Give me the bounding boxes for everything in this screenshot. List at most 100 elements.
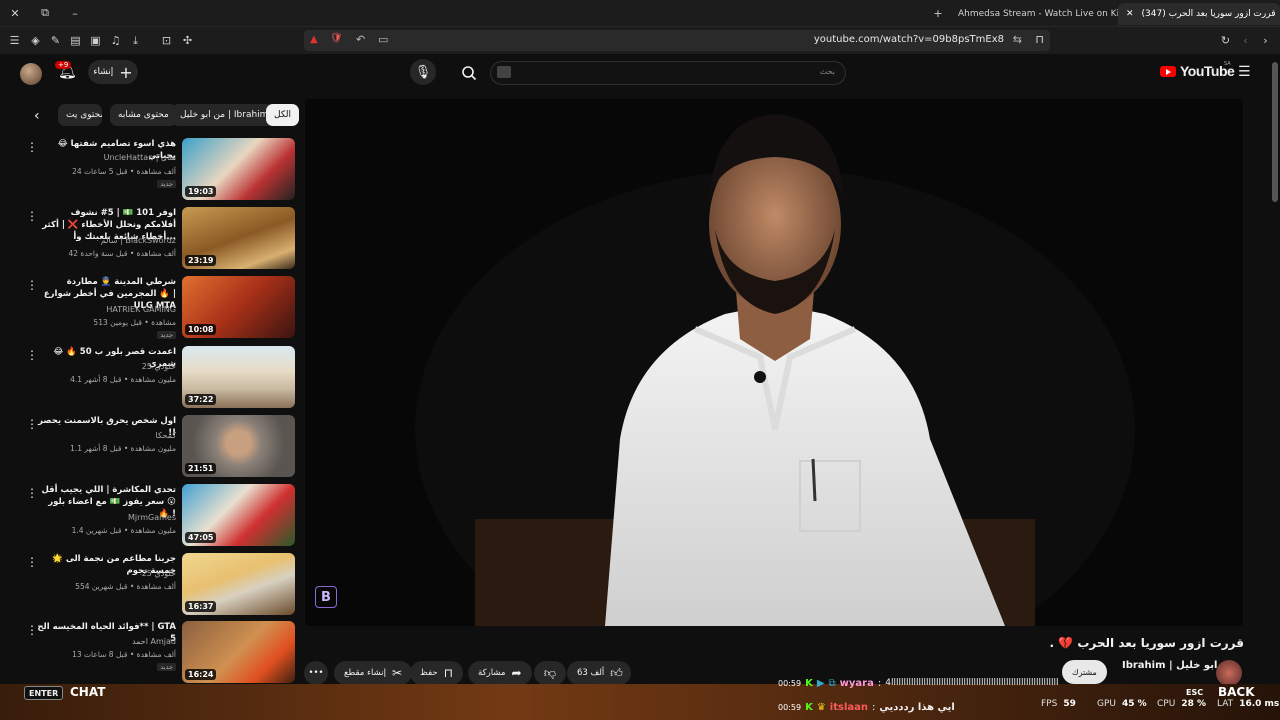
more-options-icon[interactable]: ⋮ <box>26 140 38 154</box>
menu-icon[interactable]: ☰ <box>7 33 22 48</box>
collections-icon[interactable]: ▤ <box>68 33 83 48</box>
screenshot-icon[interactable]: ⊡ <box>159 33 174 48</box>
video-channel[interactable]: HATRIEK GAMING <box>26 305 176 314</box>
more-options-icon[interactable]: ⋮ <box>26 348 38 362</box>
undo-icon[interactable]: ↶ <box>356 33 365 46</box>
save-button[interactable]: حفظ ⊓ <box>410 661 463 685</box>
channel-watermark[interactable]: B <box>315 586 337 608</box>
chip-scroll-left-icon[interactable]: ‹ <box>34 108 40 124</box>
bookmark-icon[interactable]: ⊓ <box>1035 33 1044 46</box>
video-channel[interactable]: كمحكا <box>26 431 176 440</box>
search-icon[interactable] <box>457 61 481 85</box>
chip-more[interactable]: محتوى يت <box>58 104 102 126</box>
list-item[interactable]: ⋮ 🌟 جربنا مطاعم من نجمة الى خمسة نجوم خل… <box>20 553 296 617</box>
microphone-icon[interactable]: 🎙︎ <box>410 59 436 85</box>
scrollbar-thumb[interactable] <box>1272 62 1278 202</box>
like-count: 63 ألف <box>577 668 605 678</box>
more-actions-button[interactable]: ••• <box>304 661 328 685</box>
share-button[interactable]: مشاركة ➦ <box>468 661 532 685</box>
share-icon: ➦ <box>511 666 522 680</box>
address-bar[interactable]: ▲ 🛡 ↶ ▭ youtube.com/watch?v=09b8psTmEx8 … <box>304 30 1050 51</box>
chip-similar[interactable]: محتوى مشابه <box>110 104 177 126</box>
video-thumbnail[interactable]: 21:51 <box>182 415 295 477</box>
fps-value: 59 <box>1063 699 1076 709</box>
scrollbar[interactable] <box>1270 54 1280 684</box>
list-item[interactable]: ⋮ 😂 هذي اسوء تصاميم شفتها بحياتي UncleHa… <box>20 138 296 202</box>
video-channel[interactable]: UncleHattan | هتان <box>26 153 176 162</box>
create-button[interactable]: إنشاء + <box>88 60 138 84</box>
chat-text: ايي هذا رددديي <box>879 701 955 713</box>
tab-kick-stream[interactable]: Ahmedsa Stream - Watch Live on Kick K <box>950 3 1118 25</box>
video-thumbnail[interactable]: 47:05 <box>182 484 295 546</box>
more-options-icon[interactable]: ⋮ <box>26 417 38 431</box>
video-channel[interactable]: احمد Amjad <box>26 637 176 646</box>
restore-window-icon[interactable]: ⧉ <box>36 4 54 22</box>
more-options-icon[interactable]: ⋮ <box>26 486 38 500</box>
lat-stat: LAT 16.0 ms <box>1217 699 1279 709</box>
close-window-icon[interactable]: ✕ <box>6 4 24 22</box>
video-thumbnail[interactable]: 16:37 <box>182 553 295 615</box>
extensions-icon[interactable]: ✣ <box>180 33 195 48</box>
video-player[interactable]: B <box>305 99 1243 626</box>
chip-all[interactable]: الكل <box>266 104 300 126</box>
back-label[interactable]: BACK <box>1218 685 1255 699</box>
like-button[interactable]: 63 ألف 👍︎ <box>567 661 631 685</box>
video-thumbnail[interactable]: 16:24 <box>182 621 295 683</box>
video-channel[interactable]: سالم | BlackSwordz <box>26 236 176 245</box>
chat-message: 00:59 K ♛ itslaan : ايي هذا رددديي <box>778 698 955 716</box>
video-duration: 47:05 <box>185 532 217 543</box>
list-item[interactable]: ⋮ تحدي المكاشرة | اللي يجيب أقل سعر يفوز… <box>20 484 296 548</box>
cast-icon[interactable]: ▭ <box>378 33 388 46</box>
video-duration: 19:03 <box>185 186 217 197</box>
list-item[interactable]: ⋮ شرطي المدينة 👮 مطاردة المجرمين في أخطر… <box>20 276 296 340</box>
gpu-label: GPU <box>1097 699 1116 709</box>
close-tab-icon[interactable]: ✕ <box>1126 9 1134 19</box>
list-item[interactable]: ⋮ اوفر 101 💵 | 5# نشوف أفلامكم ونحلل الأ… <box>20 207 296 271</box>
clip-button[interactable]: إنشاء مقطع ✂ <box>334 661 413 685</box>
video-duration: 23:19 <box>185 255 217 266</box>
sub-badge-icon: ▶ <box>816 677 825 689</box>
dislike-button[interactable]: 👎︎ <box>534 661 566 685</box>
video-meta: 1.4 مليون مشاهدة • قبل شهرين <box>71 526 176 535</box>
tab-youtube-video[interactable]: ✕ (347) قررت ازور سوريا بعد الحرب <box>1118 3 1280 25</box>
list-item[interactable]: ⋮ فوائد الحياه المخيسه الح** | GTA 5 احم… <box>20 621 296 685</box>
avatar[interactable] <box>20 63 42 85</box>
more-options-icon[interactable]: ⋮ <box>26 278 38 292</box>
more-options-icon[interactable]: ⋮ <box>26 623 38 637</box>
keyboard-icon[interactable] <box>497 66 511 78</box>
tools-icon[interactable]: ✎ <box>48 33 63 48</box>
sidebar-icon[interactable]: ▣ <box>88 33 103 48</box>
video-meta: 42 ألف مشاهدة • قبل سنة واحدة <box>68 249 176 258</box>
back-icon[interactable]: ‹ <box>1238 33 1253 48</box>
hamburger-menu-icon[interactable]: ☰ <box>1238 64 1251 80</box>
list-item[interactable]: ⋮ اول شخص يحرق بالاسمنت يحصر !! كمحكا 1.… <box>20 415 296 479</box>
channel-name[interactable]: ابو خليل | Ibrahim <box>1122 660 1217 671</box>
video-duration: 37:22 <box>185 394 217 405</box>
site-settings-icon[interactable]: ⇆ <box>1013 33 1022 46</box>
music-icon[interactable]: ♫ <box>108 33 123 48</box>
video-channel[interactable]: MjrmGames <box>26 513 176 522</box>
video-thumbnail[interactable]: 19:03 <box>182 138 295 200</box>
more-options-icon[interactable]: ⋮ <box>26 555 38 569</box>
adblock-icon[interactable]: 🛡 <box>330 33 343 44</box>
list-item[interactable]: ⋮ 😂 🔥 اعمدت قصر بلور ب 50 شمري خلودي 25 … <box>20 346 296 410</box>
video-channel[interactable]: خلودي 25 <box>26 569 176 578</box>
reload-icon[interactable]: ↻ <box>1218 33 1233 48</box>
youtube-logo-icon[interactable] <box>1160 66 1176 77</box>
chip-from-channel[interactable]: من ابو خليل | Ibrahim <box>172 104 277 126</box>
vpn-icon[interactable]: ▲ <box>310 34 318 45</box>
new-tab-icon[interactable]: + <box>929 4 947 22</box>
shield-icon[interactable]: ◈ <box>28 33 43 48</box>
video-thumbnail[interactable]: 23:19 <box>182 207 295 269</box>
video-channel[interactable]: خلودي 25 <box>26 362 176 371</box>
new-badge: جديد <box>157 663 176 671</box>
download-icon[interactable]: ⤓ <box>128 33 143 48</box>
video-thumbnail[interactable]: 10:08 <box>182 276 295 338</box>
more-options-icon[interactable]: ⋮ <box>26 209 38 223</box>
video-title-main: قررت ازور سوريا بعد الحرب 💔 . <box>1049 636 1245 650</box>
video-thumbnail[interactable]: 37:22 <box>182 346 295 408</box>
search-input[interactable]: بحث <box>490 61 846 85</box>
kick-badge-icon: K <box>805 677 813 689</box>
forward-icon[interactable]: › <box>1258 33 1273 48</box>
minimize-window-icon[interactable]: – <box>66 4 84 22</box>
